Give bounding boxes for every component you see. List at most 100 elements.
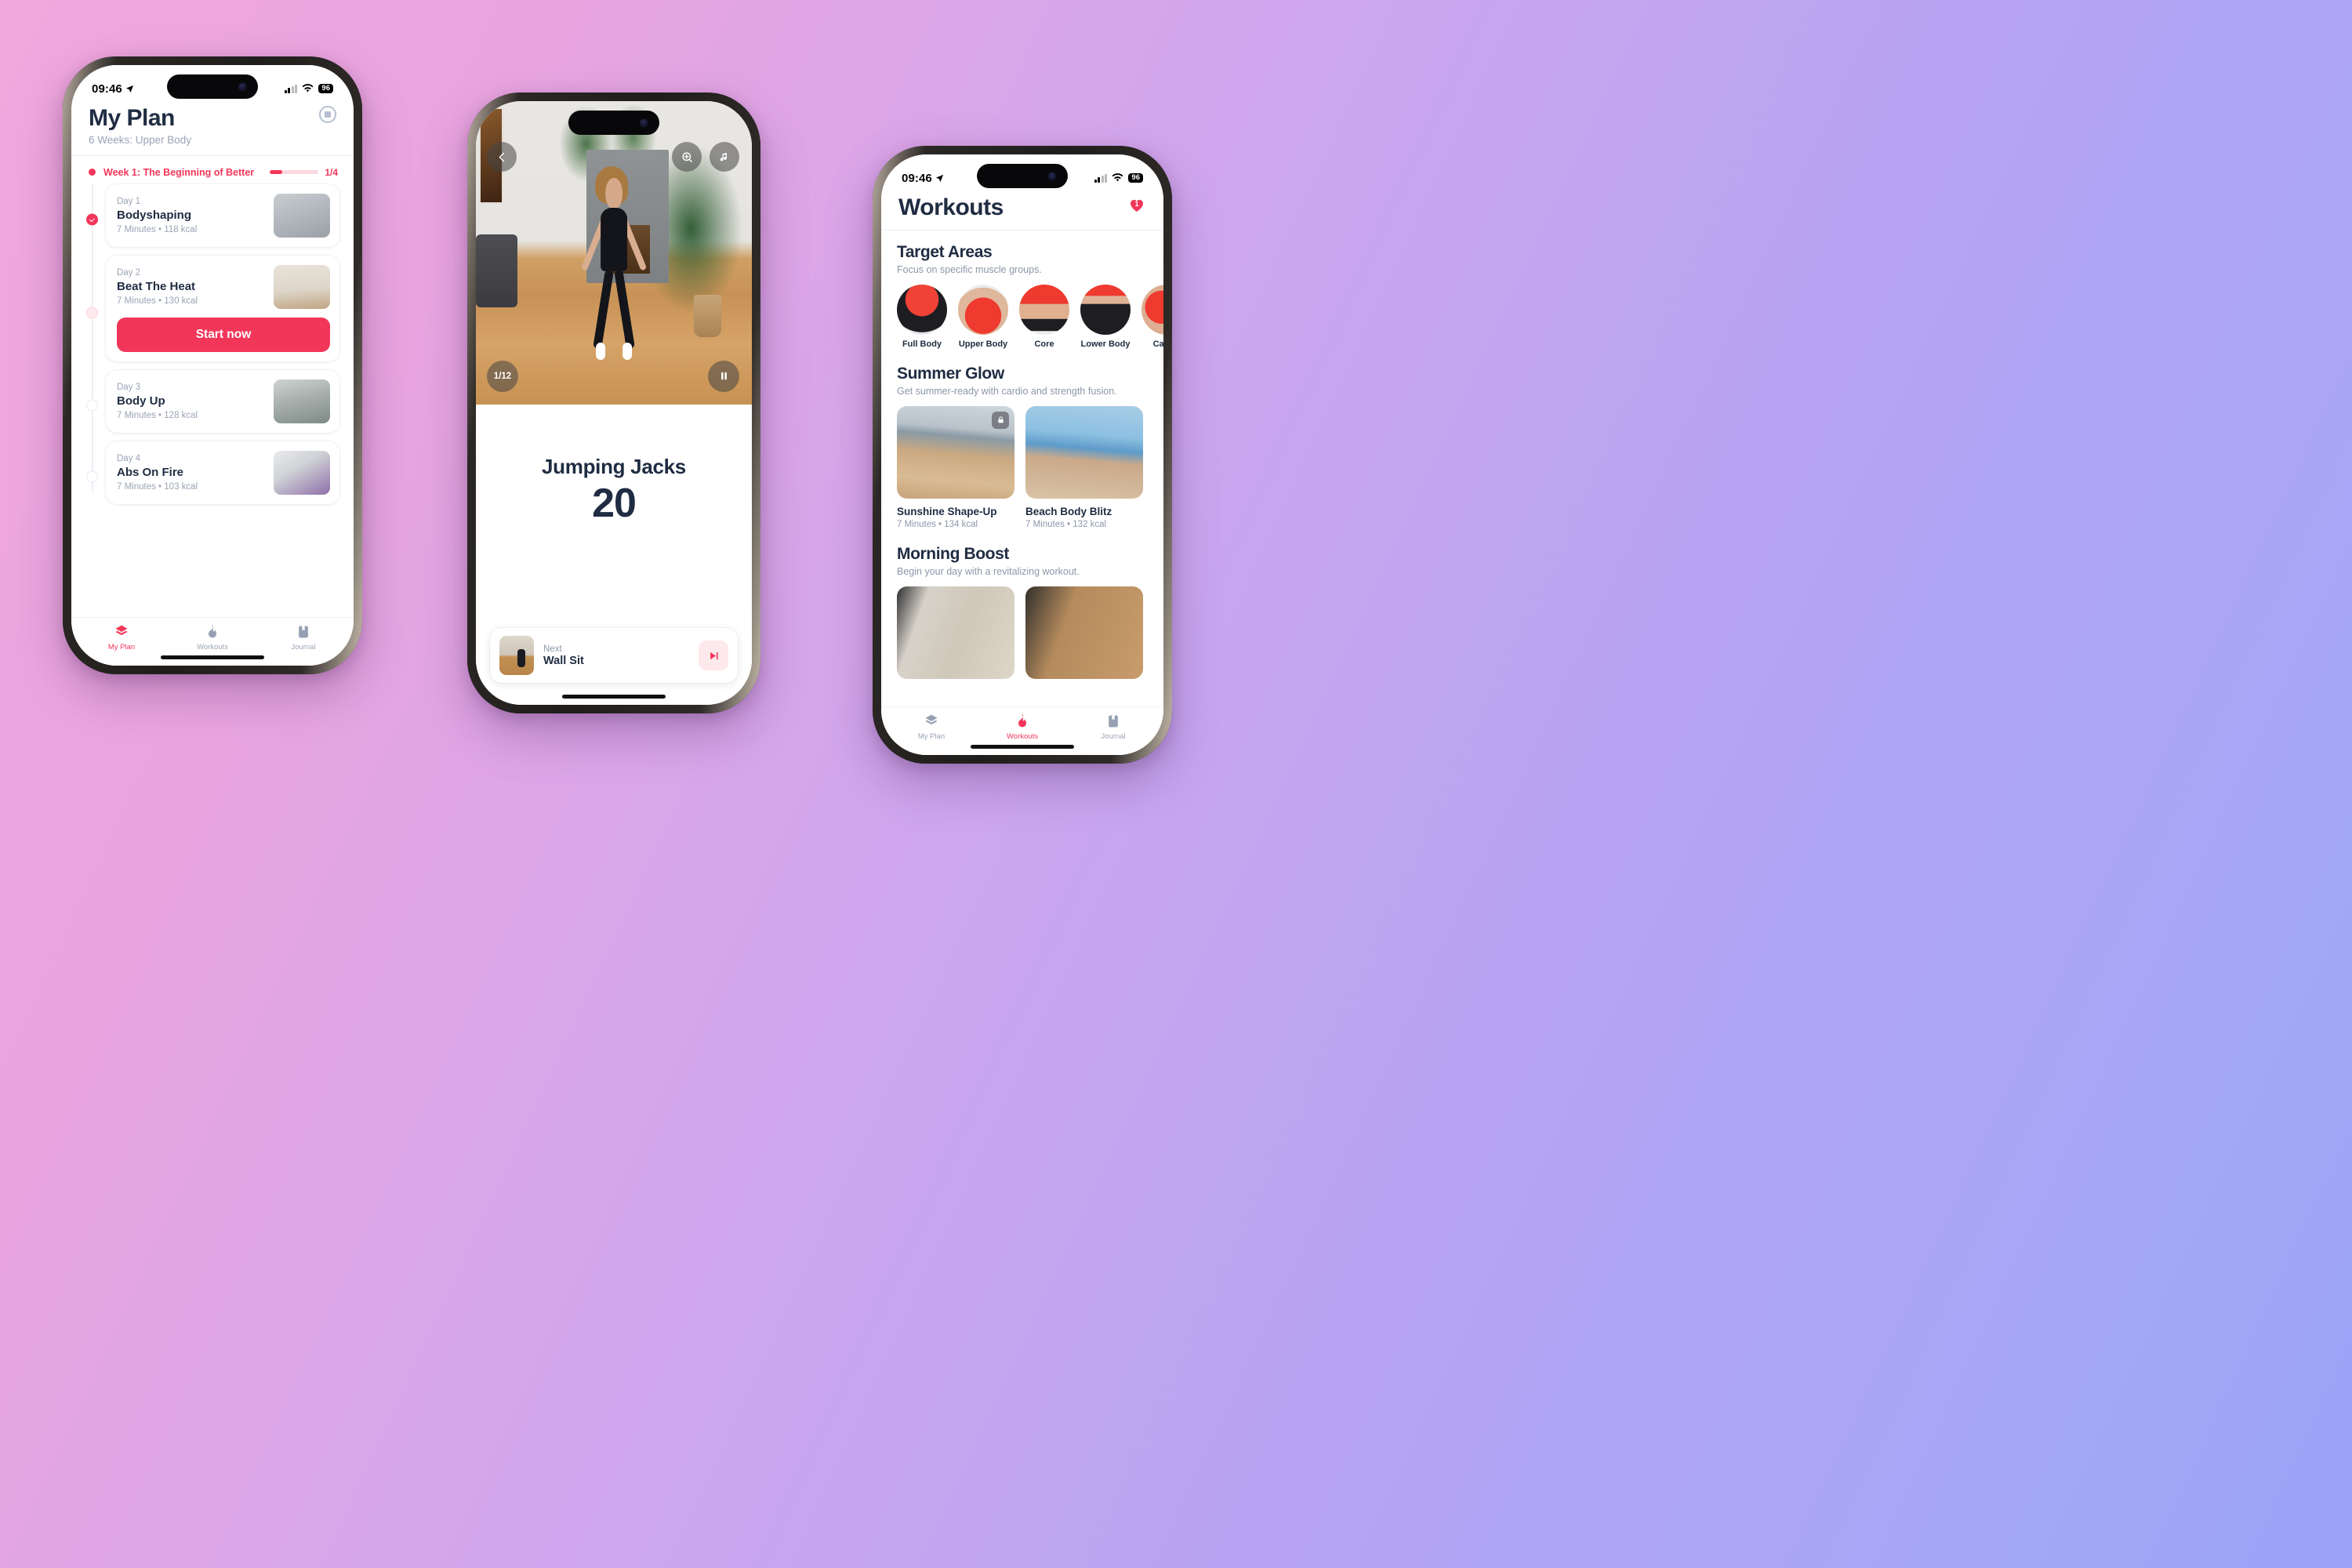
left-leg — [593, 269, 615, 349]
workout-card-title: Beach Body Blitz — [1025, 505, 1112, 517]
section-subtitle: Focus on specific muscle groups. — [897, 263, 1042, 275]
section-morning-boost-head: Morning Boost Begin your day with a revi… — [881, 529, 1163, 577]
exercise-performer — [581, 166, 647, 362]
workout-card[interactable]: Beach Body Blitz 7 Minutes • 132 kcal — [1025, 405, 1143, 529]
tab-journal[interactable]: Journal — [1068, 713, 1159, 741]
section-title: Target Areas — [897, 242, 993, 261]
location-arrow-icon — [935, 174, 943, 182]
chip-lower-body[interactable]: Lower Body — [1080, 284, 1131, 349]
chip-cardio[interactable]: Cardio — [1142, 284, 1163, 349]
list-item[interactable]: Day 3 Body Up 7 Minutes • 128 kcal — [71, 369, 354, 441]
dynamic-island — [167, 74, 258, 99]
pause-button[interactable] — [708, 360, 739, 392]
day-card[interactable]: Day 4 Abs On Fire 7 Minutes • 103 kcal — [106, 441, 339, 504]
day-meta: 7 Minutes • 118 kcal — [117, 224, 198, 234]
list-item[interactable]: Day 1 Bodyshaping 7 Minutes • 118 kcal — [71, 183, 354, 256]
list-item[interactable]: Day 4 Abs On Fire 7 Minutes • 103 kcal — [71, 441, 354, 513]
head — [605, 177, 622, 210]
week-status-dot — [89, 169, 96, 176]
section-subtitle: Begin your day with a revitalizing worko… — [897, 565, 1080, 577]
list-item[interactable]: Day 2 Beat The Heat 7 Minutes • 130 kcal… — [71, 255, 354, 370]
layers-icon — [115, 625, 128, 636]
front-camera-lens — [238, 82, 247, 91]
day-meta: 7 Minutes • 103 kcal — [117, 481, 198, 492]
day-label: Day 1 — [117, 196, 141, 206]
front-camera-lens — [1048, 172, 1057, 180]
tab-my-plan[interactable]: My Plan — [886, 713, 977, 741]
workout-card[interactable] — [1025, 586, 1143, 679]
plan-scroll-area[interactable]: Week 1: The Beginning of Better 1/4 Day … — [71, 156, 354, 618]
workout-card[interactable] — [897, 586, 1014, 679]
start-now-button[interactable]: Start now — [117, 317, 330, 352]
section-title: Morning Boost — [897, 544, 1009, 563]
day-thumbnail — [274, 379, 330, 423]
summer-glow-card-row[interactable]: Sunshine Shape-Up 7 Minutes • 134 kcal B… — [881, 397, 1163, 529]
music-note-icon — [720, 152, 727, 161]
chip-image — [1080, 284, 1131, 335]
week-progress-count: 1/4 — [325, 166, 338, 178]
screen-workouts: 09:46 96 Workouts 1 Target Areas Focus o… — [881, 154, 1163, 755]
day-thumbnail — [274, 193, 330, 238]
sofa — [476, 234, 517, 307]
chip-label: Core — [1034, 339, 1054, 349]
favorites-button[interactable]: 1 — [1127, 195, 1146, 214]
next-exercise-card[interactable]: Next Wall Sit — [490, 628, 738, 683]
day-status-node-locked — [86, 399, 98, 412]
battery-level: 96 — [318, 83, 333, 94]
week-progress-track — [270, 170, 319, 174]
phone-workouts: 09:46 96 Workouts 1 Target Areas Focus o… — [873, 146, 1172, 764]
app-workouts: Workouts 1 Target Areas Focus on specifi… — [881, 154, 1163, 755]
exercise-counter: 1/12 — [487, 360, 518, 392]
zoom-in-button[interactable] — [672, 142, 702, 172]
wifi-icon — [303, 84, 314, 93]
day-card[interactable]: Day 3 Body Up 7 Minutes • 128 kcal — [106, 369, 339, 433]
tab-workouts[interactable]: Workouts — [977, 713, 1068, 741]
torso — [601, 207, 627, 272]
workouts-scroll-area[interactable]: Target Areas Focus on specific muscle gr… — [881, 230, 1163, 707]
workout-card-image — [1025, 586, 1143, 679]
back-button[interactable] — [487, 142, 517, 172]
zoom-in-icon — [681, 151, 692, 162]
morning-boost-card-row[interactable] — [881, 577, 1163, 679]
workout-card-image — [897, 586, 1014, 679]
target-area-chip-row[interactable]: Full Body Upper Body Core Lower Body Ca — [881, 275, 1163, 349]
section-summer-glow-head: Summer Glow Get summer-ready with cardio… — [881, 349, 1163, 397]
workout-card-image — [1025, 405, 1143, 499]
pause-icon — [720, 372, 727, 380]
tab-workouts[interactable]: Workouts — [167, 624, 258, 652]
layers-icon — [925, 714, 938, 725]
week-progress-group: 1/4 — [262, 167, 338, 178]
workout-card[interactable]: Sunshine Shape-Up 7 Minutes • 134 kcal — [897, 405, 1014, 529]
next-label: Next — [543, 644, 562, 654]
day-card[interactable]: Day 2 Beat The Heat 7 Minutes • 130 kcal… — [106, 255, 339, 361]
tab-journal[interactable]: Journal — [258, 624, 349, 652]
music-button[interactable] — [710, 142, 739, 172]
skip-forward-button[interactable] — [699, 641, 728, 670]
chip-core[interactable]: Core — [1019, 284, 1069, 349]
right-leg — [613, 269, 635, 349]
tab-label: Workouts — [1007, 732, 1038, 741]
week-header-row: Week 1: The Beginning of Better 1/4 — [71, 156, 354, 184]
day-status-node-locked — [86, 470, 98, 483]
day-status-node-done — [86, 213, 98, 226]
plant-pot — [694, 295, 722, 338]
chip-label: Upper Body — [958, 339, 1008, 349]
day-meta: 7 Minutes • 128 kcal — [117, 410, 198, 420]
page-subtitle: 6 Weeks: Upper Body — [89, 133, 192, 146]
day-card[interactable]: Day 1 Bodyshaping 7 Minutes • 118 kcal — [106, 183, 339, 247]
chevron-left-icon — [499, 152, 504, 162]
chip-upper-body[interactable]: Upper Body — [958, 284, 1008, 349]
lock-icon — [997, 416, 1004, 423]
chip-image — [1019, 284, 1069, 335]
exercise-name: Jumping Jacks — [542, 454, 686, 478]
phone-my-plan: 09:46 96 My Plan 6 Weeks: Upper Body Wee… — [63, 56, 362, 674]
day-label: Day 3 — [117, 382, 141, 392]
exercise-video[interactable]: 1/12 — [476, 101, 752, 405]
lock-badge — [992, 411, 1009, 429]
stop-record-icon[interactable] — [319, 106, 336, 123]
chip-full-body[interactable]: Full Body — [897, 284, 947, 349]
cellular-signal-icon — [284, 84, 298, 93]
workout-card-title: Sunshine Shape-Up — [897, 505, 997, 517]
tab-my-plan[interactable]: My Plan — [76, 624, 167, 652]
section-target-areas-head: Target Areas Focus on specific muscle gr… — [881, 230, 1163, 275]
